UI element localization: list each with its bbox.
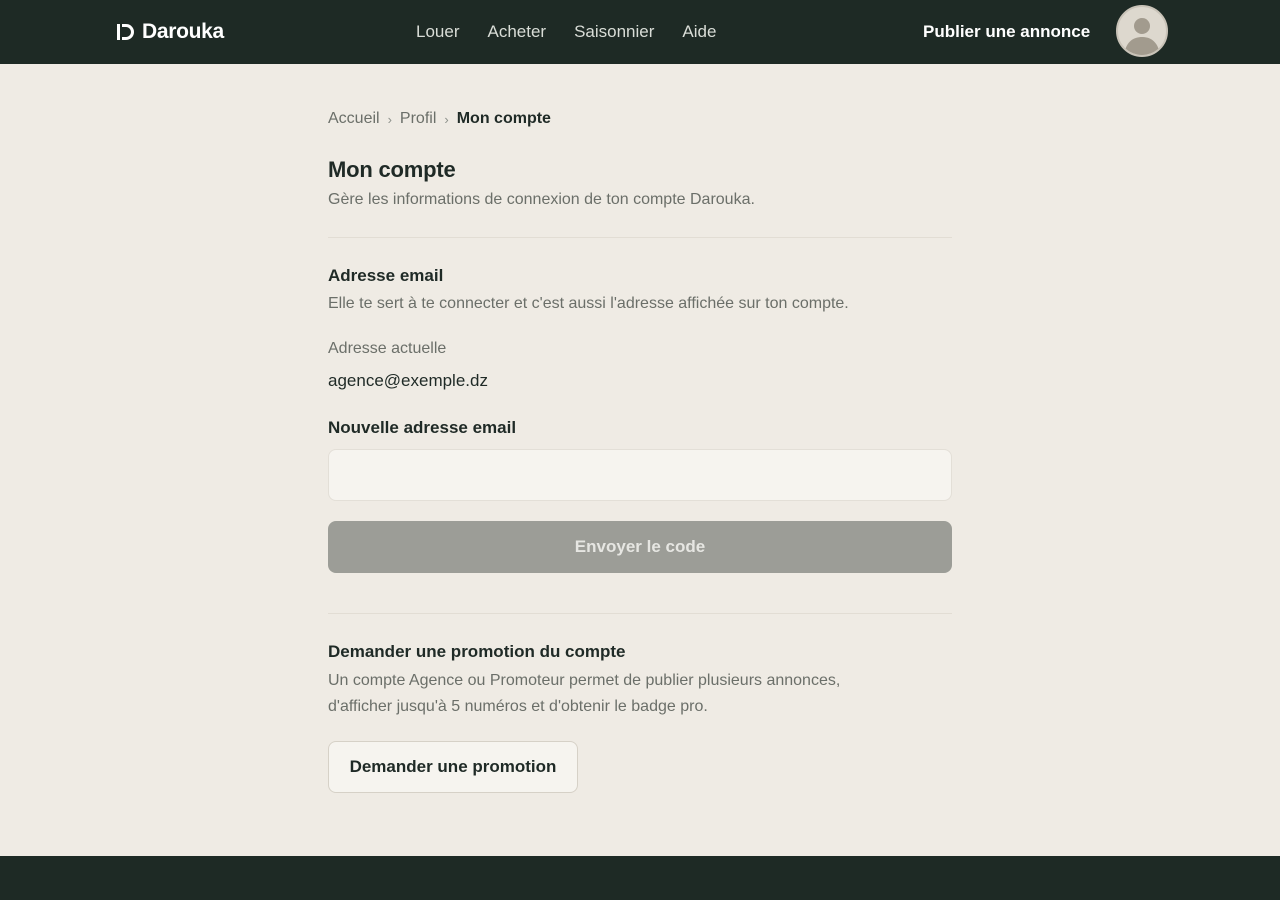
breadcrumb-link-profil[interactable]: Profil [400,110,436,128]
email-section-description: Elle te sert à te connecter et c'est aus… [328,295,849,312]
page-subtitle: Gère les informations de connexion de to… [328,191,755,208]
promotion-section-title: Demander une promotion du compte [328,642,626,661]
section-divider [328,237,952,238]
current-email-value: agence@exemple.dz [328,371,488,390]
send-code-button[interactable]: Envoyer le code [328,521,952,573]
nav-link-saisonnier[interactable]: Saisonnier [574,22,654,42]
current-email-label: Adresse actuelle [328,340,447,357]
nav-link-aide[interactable]: Aide [682,22,716,42]
new-email-label: Nouvelle adresse email [328,418,517,437]
top-navbar: Darouka Louer Acheter Saisonnier Aide Pu… [0,0,1280,64]
main-nav: Louer Acheter Saisonnier Aide [416,0,716,64]
footer [0,856,1280,900]
email-section-title: Adresse email [328,266,444,285]
request-promotion-button[interactable]: Demander une promotion [328,741,578,793]
brand-logo-icon [117,24,134,40]
breadcrumb-link-accueil[interactable]: Accueil [328,110,380,128]
nav-link-acheter[interactable]: Acheter [487,22,546,42]
new-email-input[interactable] [328,449,952,501]
publish-listing-link[interactable]: Publier une annonce [923,0,1090,64]
breadcrumb: Accueil › Profil › Mon compte [328,110,551,128]
chevron-right-icon: › [387,111,392,127]
brand-name: Darouka [142,20,224,43]
section-divider [328,613,952,614]
breadcrumb-current: Mon compte [456,110,551,127]
avatar-icon [1124,18,1160,55]
promotion-section-description-line2: d'afficher jusqu'à 5 numéros et d'obteni… [328,698,708,715]
brand-logo[interactable]: Darouka [116,0,224,64]
page-title: Mon compte [328,157,456,182]
nav-link-louer[interactable]: Louer [416,22,459,42]
user-avatar[interactable] [1116,5,1168,57]
chevron-right-icon: › [444,111,449,127]
promotion-section-description-line1: Un compte Agence ou Promoteur permet de … [328,672,841,689]
